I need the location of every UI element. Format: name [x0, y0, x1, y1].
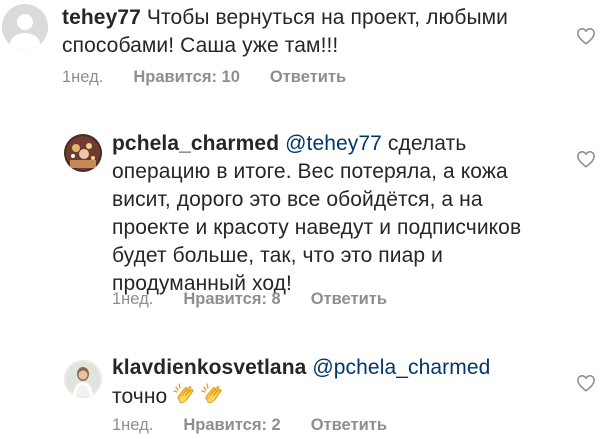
heart-outline-icon[interactable] — [576, 374, 596, 392]
likes-count[interactable]: Нравится: 8 — [183, 290, 280, 309]
heart-outline-icon[interactable] — [576, 150, 596, 168]
comment-text: tehey77 Чтобы вернуться на проект, любым… — [62, 4, 562, 60]
comment-2: pchela_charmed @tehey77 сделать операцию… — [0, 120, 600, 320]
comment-line: операцию в итоге. Вес потеряла, а кожа — [112, 160, 508, 183]
username[interactable]: klavdienkosvetlana — [112, 356, 306, 379]
profile-photo-avatar[interactable] — [64, 134, 102, 172]
comment-1: tehey77 Чтобы вернуться на проект, любым… — [0, 0, 600, 100]
timestamp: 1нед. — [62, 68, 104, 86]
comment-line: проекте и красоту наведут и подписчиков — [112, 216, 522, 239]
reply-button[interactable]: Ответить — [311, 290, 387, 309]
mention-link[interactable]: @pchela_charmed — [312, 356, 490, 379]
comment-meta: 1нед. Нравится: 10 Ответить — [62, 68, 346, 87]
comment-line: сделать — [387, 132, 467, 155]
clapping-hands-emoji — [173, 382, 199, 408]
comment-meta: 1нед. Нравится: 8 Ответить — [112, 290, 387, 309]
mention-link[interactable]: @tehey77 — [285, 132, 382, 155]
timestamp: 1нед. — [112, 416, 154, 434]
username[interactable]: pchela_charmed — [112, 132, 279, 155]
comment-line: будет больше, так, что это пиар и — [112, 244, 443, 267]
comment-line: висит, дорого это все обойдётся, а на — [112, 188, 483, 211]
clapping-hands-emoji — [201, 382, 227, 408]
heart-outline-icon[interactable] — [576, 27, 596, 45]
likes-count[interactable]: Нравится: 10 — [133, 68, 240, 87]
reply-button[interactable]: Ответить — [270, 68, 346, 87]
profile-photo-avatar[interactable] — [64, 360, 102, 398]
comment-3: klavdienkosvetlana @pchela_charmed точно… — [0, 340, 600, 439]
comment-text: klavdienkosvetlana @pchela_charmed точно — [112, 354, 572, 411]
comment-text: pchela_charmed @tehey77 сделать операцию… — [112, 130, 572, 298]
comment-meta: 1нед. Нравится: 2 Ответить — [112, 416, 387, 435]
default-avatar-icon[interactable] — [2, 4, 48, 50]
comment-line: способами! Саша уже там!!! — [62, 34, 339, 57]
comment-line: точно — [112, 385, 168, 408]
likes-count[interactable]: Нравится: 2 — [183, 416, 280, 435]
username[interactable]: tehey77 — [62, 6, 141, 29]
reply-button[interactable]: Ответить — [311, 416, 387, 435]
timestamp: 1нед. — [112, 290, 154, 308]
comment-line: Чтобы вернуться на проект, любыми — [146, 6, 509, 29]
